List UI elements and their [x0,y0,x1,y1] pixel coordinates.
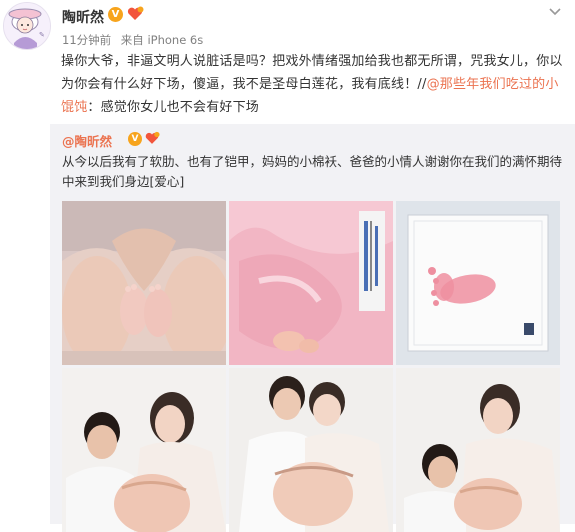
chevron-down-icon[interactable] [546,4,564,18]
avatar-illustration: ✎ [4,3,50,49]
photo-image [396,368,560,532]
repost-text: 从今以后我有了软肋、也有了铠甲，妈妈的小棉袄、爸爸的小情人谢谢你在我们的满怀期待… [62,154,563,189]
verified-icon: V [108,7,123,22]
post-text: 操你大爷，非逼文明人说脏话是吗？把戏外情绪强加给我也都无所谓，咒我女儿，你以为你… [61,50,569,119]
post-time[interactable]: 11分钟前 [62,33,111,47]
photo-1[interactable] [62,201,226,365]
repost-username[interactable]: @陶昕然 [62,131,112,150]
photo-5[interactable] [229,368,393,532]
fan-heart-icon [126,6,144,22]
photo-image [396,201,560,365]
avatar[interactable]: ✎ [3,2,51,50]
photo-2[interactable] [229,201,393,365]
photo-6[interactable] [396,368,560,532]
post-meta: 11分钟前 来自 iPhone 6s [62,32,209,48]
photo-image [62,368,226,532]
verified-icon: V [128,132,142,146]
post-username[interactable]: 陶昕然 [62,7,104,27]
photo-image [62,201,226,365]
svg-text:✎: ✎ [39,31,45,39]
photo-image [229,201,393,365]
photo-3[interactable] [396,201,560,365]
repost-card: @陶昕然 V 从今以后我有了软肋、也有了铠甲，妈妈的小棉袄、爸爸的小情人谢谢你在… [50,124,575,532]
post-source[interactable]: 来自 iPhone 6s [121,33,203,47]
fan-heart-icon [144,131,160,146]
photo-image [229,368,393,532]
photo-4[interactable] [62,368,226,532]
post-text-part2: ：感觉你女儿也不会有好下场 [87,100,260,115]
